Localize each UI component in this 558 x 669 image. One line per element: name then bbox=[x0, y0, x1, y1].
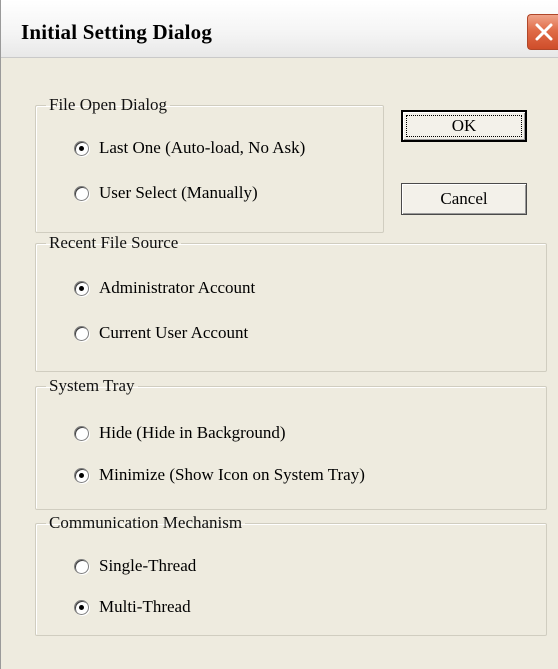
recent-file-source-group: Recent File Source bbox=[35, 233, 547, 372]
system-tray-legend: System Tray bbox=[49, 376, 135, 395]
radio-label-last-one: Last One (Auto-load, No Ask) bbox=[99, 138, 306, 157]
radio-user-select[interactable]: User Select (Manually) bbox=[74, 183, 258, 203]
system-tray-group: System Tray bbox=[35, 376, 547, 510]
radio-indicator-checked[interactable] bbox=[74, 599, 89, 615]
window-title: Initial Setting Dialog bbox=[21, 20, 213, 44]
cancel-button[interactable]: Cancel bbox=[401, 183, 527, 215]
close-icon bbox=[535, 23, 553, 41]
ok-button[interactable]: OK bbox=[401, 110, 527, 142]
radio-administrator-account[interactable]: Administrator Account bbox=[74, 278, 255, 298]
radio-label-current-user: Current User Account bbox=[99, 323, 249, 342]
radio-indicator-checked[interactable] bbox=[74, 467, 89, 483]
dialog-window: Initial Setting Dialog File Open Dialog … bbox=[0, 0, 558, 669]
title-bar[interactable]: Initial Setting Dialog bbox=[1, 0, 558, 58]
radio-hide[interactable]: Hide (Hide in Background) bbox=[74, 423, 285, 443]
communication-mechanism-legend: Communication Mechanism bbox=[49, 513, 243, 532]
radio-indicator[interactable] bbox=[74, 558, 89, 574]
radio-label-user-select: User Select (Manually) bbox=[99, 183, 258, 202]
radio-indicator[interactable] bbox=[74, 425, 89, 441]
file-open-dialog-group: File Open Dialog bbox=[35, 95, 384, 233]
recent-file-source-legend: Recent File Source bbox=[49, 233, 179, 252]
radio-current-user-account[interactable]: Current User Account bbox=[74, 323, 248, 343]
radio-label-minimize: Minimize (Show Icon on System Tray) bbox=[99, 465, 365, 484]
close-button[interactable] bbox=[527, 14, 558, 50]
radio-label-hide: Hide (Hide in Background) bbox=[99, 423, 286, 442]
radio-label-single-thread: Single-Thread bbox=[99, 556, 197, 575]
radio-single-thread[interactable]: Single-Thread bbox=[74, 556, 196, 576]
radio-multi-thread[interactable]: Multi-Thread bbox=[74, 597, 191, 617]
radio-indicator[interactable] bbox=[74, 185, 89, 201]
radio-indicator[interactable] bbox=[74, 325, 89, 341]
radio-indicator-checked[interactable] bbox=[74, 140, 89, 156]
radio-indicator-checked[interactable] bbox=[74, 280, 89, 296]
file-open-dialog-legend: File Open Dialog bbox=[49, 95, 168, 114]
radio-label-administrator: Administrator Account bbox=[99, 278, 256, 297]
radio-last-one[interactable]: Last One (Auto-load, No Ask) bbox=[74, 138, 305, 158]
radio-minimize[interactable]: Minimize (Show Icon on System Tray) bbox=[74, 465, 365, 485]
radio-label-multi-thread: Multi-Thread bbox=[99, 597, 191, 616]
